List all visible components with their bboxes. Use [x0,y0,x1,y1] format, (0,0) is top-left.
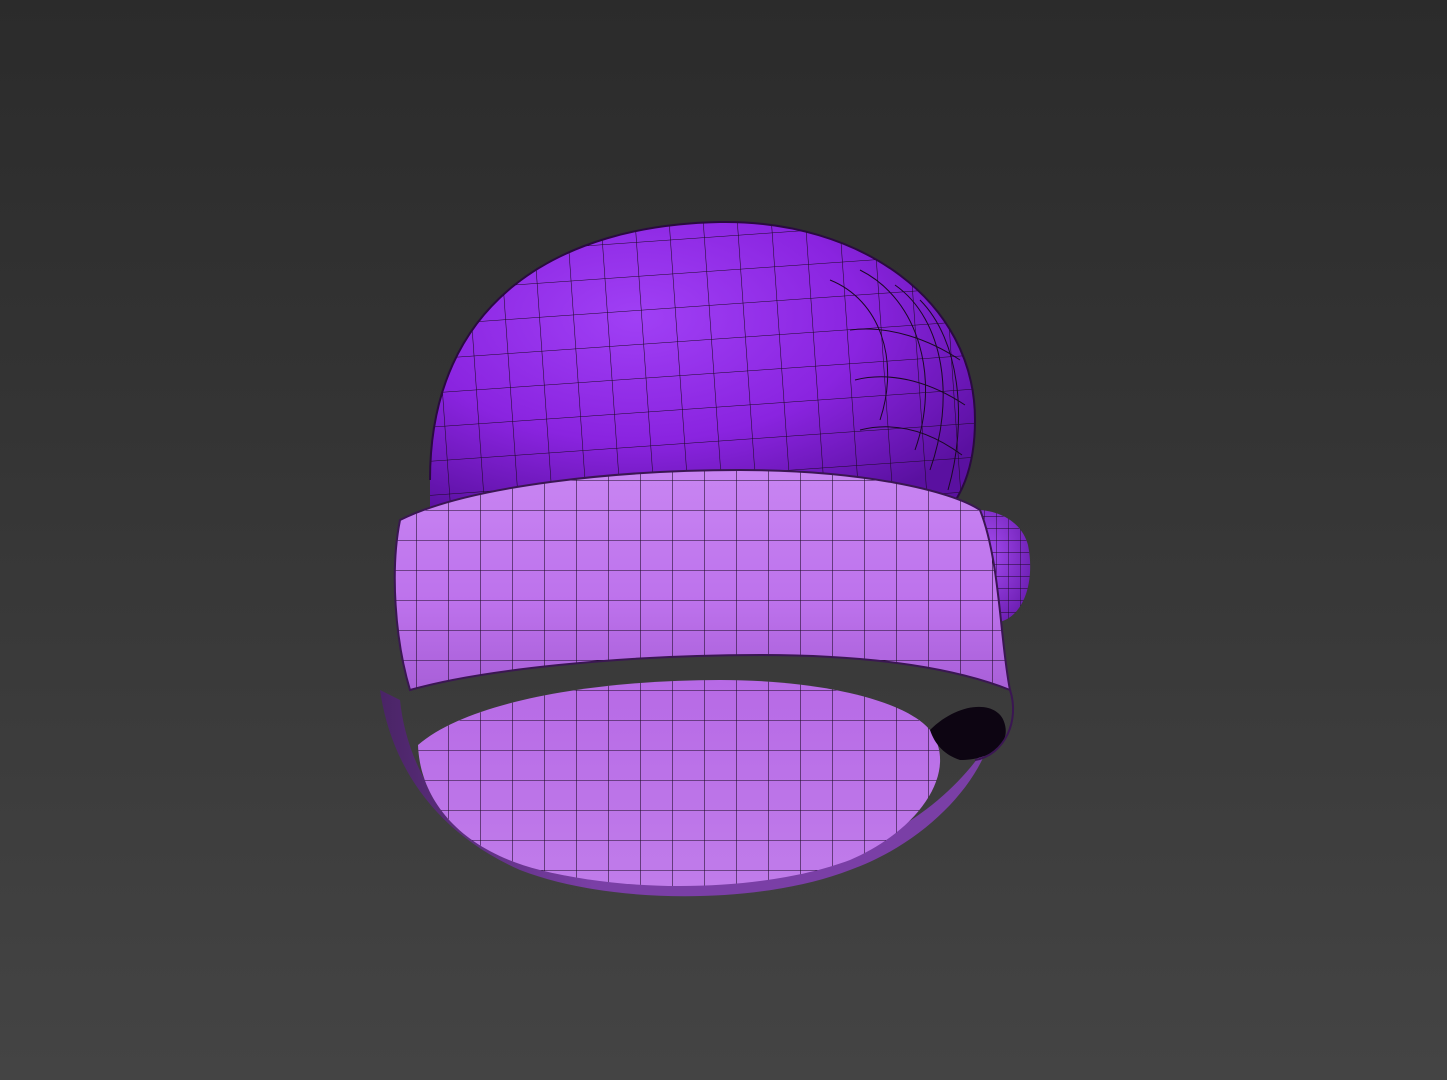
viewport-canvas[interactable] [0,0,1447,1080]
3d-viewport[interactable] [0,0,1447,1080]
beanie-inner-lining[interactable] [380,670,1006,900]
